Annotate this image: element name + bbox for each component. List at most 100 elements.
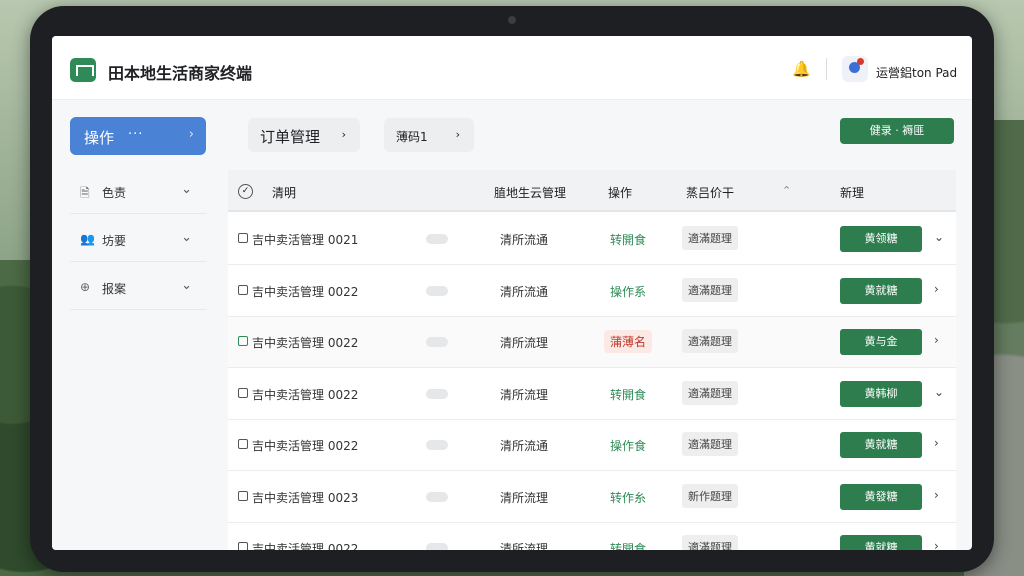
row-type: 清所流理	[500, 542, 549, 550]
row-action-button[interactable]: 黄發糖	[840, 483, 922, 510]
row-type: 清所流理	[500, 490, 549, 505]
tablet-frame: 田本地生活商家终端 🔔 运營鋁ton Pad 操作 ··· › 🗎 色责 ⌄ 👥…	[30, 6, 994, 572]
store-logo-icon	[70, 58, 96, 82]
orders-table: ✓ 清明 䐈地生云管理 操作 蒸吕价干 ⌃ 新理 吉中卖活管理 0021 清所流通…	[228, 170, 956, 550]
plus-circle-icon: ⊕	[80, 280, 91, 294]
sidebar-item-active[interactable]: 操作 ··· ›	[70, 117, 206, 155]
row-tag: 新作题理	[682, 483, 738, 508]
sidebar-item-3[interactable]: ⊕ 报案 ⌄	[70, 266, 206, 310]
column-header-name[interactable]: 清明	[272, 184, 296, 201]
row-status: 转開食	[610, 233, 647, 247]
table-header: ✓ 清明 䐈地生云管理 操作 蒸吕价干 ⌃ 新理	[228, 170, 956, 212]
row-tag: 適滿题理	[682, 380, 738, 405]
row-checkbox[interactable]	[238, 336, 248, 346]
table-row[interactable]: 吉中卖活管理 0022 清所流理 蒲薄名 適滿题理 黄与金 ›	[228, 317, 956, 368]
row-tag: 適滿题理	[682, 329, 738, 353]
column-header-type[interactable]: 䐈地生云管理	[494, 184, 566, 201]
row-name: 吉中卖活管理 0021	[252, 233, 359, 247]
row-chevron-icon[interactable]: ⌄	[934, 230, 944, 244]
sidebar-item-label: 坊要	[102, 234, 127, 248]
row-placeholder-pill	[426, 285, 448, 296]
table-row[interactable]: 吉中卖活管理 0023 清所流理 转作糸 新作题理 黄發糖 ›	[228, 471, 956, 523]
dropdown-label: 订单管理	[260, 128, 321, 146]
row-status: 操作食	[610, 439, 647, 453]
row-action-button[interactable]: 黄就糖	[840, 432, 922, 458]
user-name[interactable]: 运營鋁ton Pad	[876, 64, 957, 81]
primary-action-button[interactable]: 健录 · 褥匪	[840, 118, 954, 144]
row-status: 转開食	[610, 387, 647, 402]
row-status: 转作糸	[610, 490, 647, 505]
row-placeholder-pill	[426, 337, 448, 347]
column-header-action[interactable]: 新理	[840, 184, 864, 201]
row-placeholder-pill	[426, 440, 448, 450]
row-action-button[interactable]: 黄领糖	[840, 226, 922, 252]
row-name: 吉中卖活管理 0022	[252, 387, 359, 402]
row-checkbox[interactable]	[238, 490, 248, 501]
avatar[interactable]	[842, 56, 868, 82]
row-action-button[interactable]: 黄韩柳	[840, 380, 922, 407]
row-chevron-icon[interactable]: ›	[934, 488, 939, 502]
sidebar-item-2[interactable]: 👥 坊要 ⌄	[70, 218, 206, 262]
row-checkbox[interactable]	[238, 439, 248, 449]
row-status: 操作系	[610, 284, 647, 299]
row-name: 吉中卖活管理 0022	[252, 336, 359, 350]
row-placeholder-pill	[426, 491, 448, 502]
row-status: 转開食	[610, 542, 647, 550]
row-placeholder-pill	[426, 388, 448, 399]
row-action-button[interactable]: 黄就糖	[840, 535, 922, 550]
row-tag: 適滿题理	[682, 226, 738, 250]
sort-icon[interactable]: ⌃	[782, 184, 791, 197]
row-placeholder-pill	[426, 234, 448, 244]
row-name: 吉中卖活管理 0022	[252, 284, 359, 299]
row-tag: 適滿题理	[682, 277, 738, 302]
code-filter-dropdown[interactable]: 薄码1 ›	[384, 118, 474, 152]
row-action-button[interactable]: 黄与金	[840, 329, 922, 355]
chevron-down-icon: ⌄	[181, 182, 192, 197]
sidebar-item-label: 报案	[102, 282, 127, 296]
column-header-tag[interactable]: 蒸吕价干	[686, 184, 734, 201]
row-checkbox[interactable]	[238, 387, 248, 398]
table-row[interactable]: 吉中卖活管理 0022 清所流通 操作食 適滿题理 黄就糖 ›	[228, 420, 956, 471]
row-name: 吉中卖活管理 0023	[252, 490, 359, 505]
sidebar-item-label: 色责	[102, 186, 127, 200]
row-type: 清所流理	[500, 387, 549, 402]
bell-icon[interactable]: 🔔	[792, 60, 811, 78]
row-type: 清所流通	[500, 439, 549, 453]
row-type: 清所流通	[500, 284, 549, 299]
users-icon: 👥	[80, 232, 95, 246]
row-tag: 適滿题理	[682, 535, 738, 550]
row-action-button[interactable]: 黄就糖	[840, 277, 922, 304]
row-name: 吉中卖活管理 0022	[252, 439, 359, 453]
dropdown-label: 薄码1	[396, 130, 428, 144]
table-row[interactable]: 吉中卖活管理 0022 清所流理 转開食 適滿题理 黄就糖 ›	[228, 523, 956, 550]
row-chevron-icon[interactable]: ›	[934, 436, 939, 450]
order-management-dropdown[interactable]: 订单管理 ›	[248, 118, 360, 152]
camera-dot	[508, 16, 516, 24]
column-header-status[interactable]: 操作	[608, 184, 632, 201]
row-chevron-icon[interactable]: ›	[934, 282, 939, 296]
sidebar-item-1[interactable]: 🗎 色责 ⌄	[70, 170, 206, 214]
row-placeholder-pill	[426, 543, 448, 550]
table-row[interactable]: 吉中卖活管理 0022 清所流通 操作系 適滿题理 黄就糖 ›	[228, 265, 956, 317]
row-checkbox[interactable]	[238, 542, 248, 550]
more-dots-icon: ···	[128, 127, 144, 142]
row-chevron-icon[interactable]: ›	[934, 539, 939, 550]
select-all-icon[interactable]: ✓	[238, 184, 253, 199]
row-name: 吉中卖活管理 0022	[252, 542, 359, 550]
row-checkbox[interactable]	[238, 233, 248, 243]
sidebar-active-label: 操作	[84, 129, 115, 147]
row-chevron-icon[interactable]: ›	[934, 333, 939, 347]
sidebar: 操作 ··· › 🗎 色责 ⌄ 👥 坊要 ⌄ ⊕ 报案 ⌄	[52, 100, 228, 550]
chevron-right-icon: ›	[188, 127, 194, 142]
table-row[interactable]: 吉中卖活管理 0022 清所流理 转開食 適滿题理 黄韩柳 ⌄	[228, 368, 956, 420]
chevron-right-icon: ›	[455, 128, 460, 141]
document-icon: 🗎	[80, 186, 90, 200]
chevron-down-icon: ⌄	[181, 278, 192, 293]
row-status: 蒲薄名	[604, 330, 653, 353]
row-tag: 適滿题理	[682, 432, 738, 456]
row-checkbox[interactable]	[238, 284, 248, 295]
chevron-right-icon: ›	[341, 128, 346, 141]
row-chevron-icon[interactable]: ⌄	[934, 385, 944, 399]
table-row[interactable]: 吉中卖活管理 0021 清所流通 转開食 適滿题理 黄领糖 ⌄	[228, 214, 956, 265]
app-screen: 田本地生活商家终端 🔔 运營鋁ton Pad 操作 ··· › 🗎 色责 ⌄ 👥…	[52, 36, 972, 550]
